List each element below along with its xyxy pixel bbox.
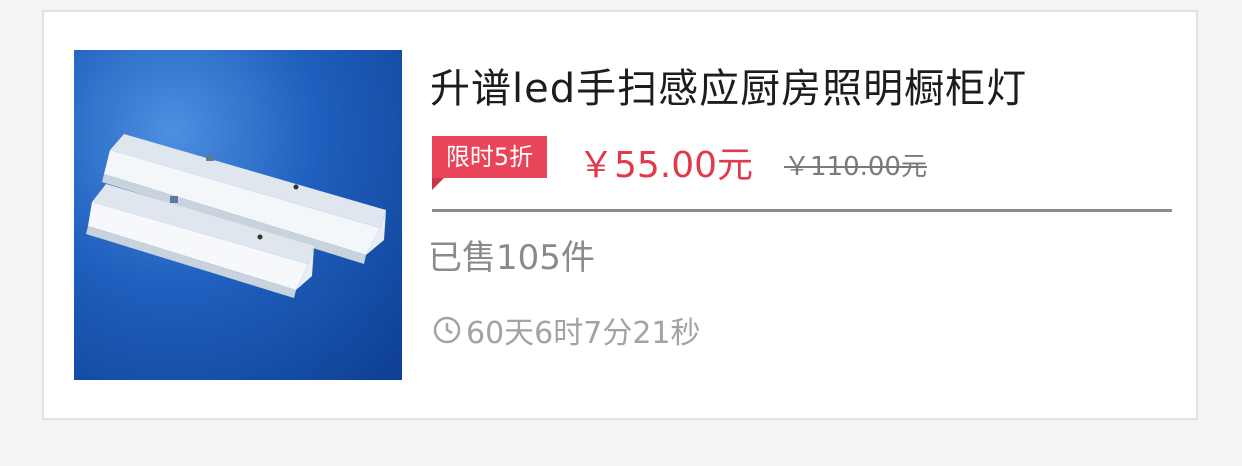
badge-tail-decoration xyxy=(432,178,444,190)
product-card[interactable]: 升谱led手扫感应厨房照明橱柜灯 限时5折 ￥55.00元 ￥110.00元 已… xyxy=(42,10,1198,420)
divider xyxy=(432,209,1172,212)
countdown-text: 60天6时7分21秒 xyxy=(466,316,701,351)
product-title[interactable]: 升谱led手扫感应厨房照明橱柜灯 xyxy=(430,56,1027,114)
discount-badge: 限时5折 xyxy=(432,136,547,178)
led-light-illustration xyxy=(86,134,386,298)
product-image[interactable] xyxy=(74,50,402,380)
original-price: ￥110.00元 xyxy=(784,152,927,182)
clock-icon xyxy=(432,315,462,345)
current-price: ￥55.00元 xyxy=(578,145,754,186)
countdown-timer: 60天6时7分21秒 xyxy=(432,308,701,352)
sold-count: 已售105件 xyxy=(428,238,595,278)
